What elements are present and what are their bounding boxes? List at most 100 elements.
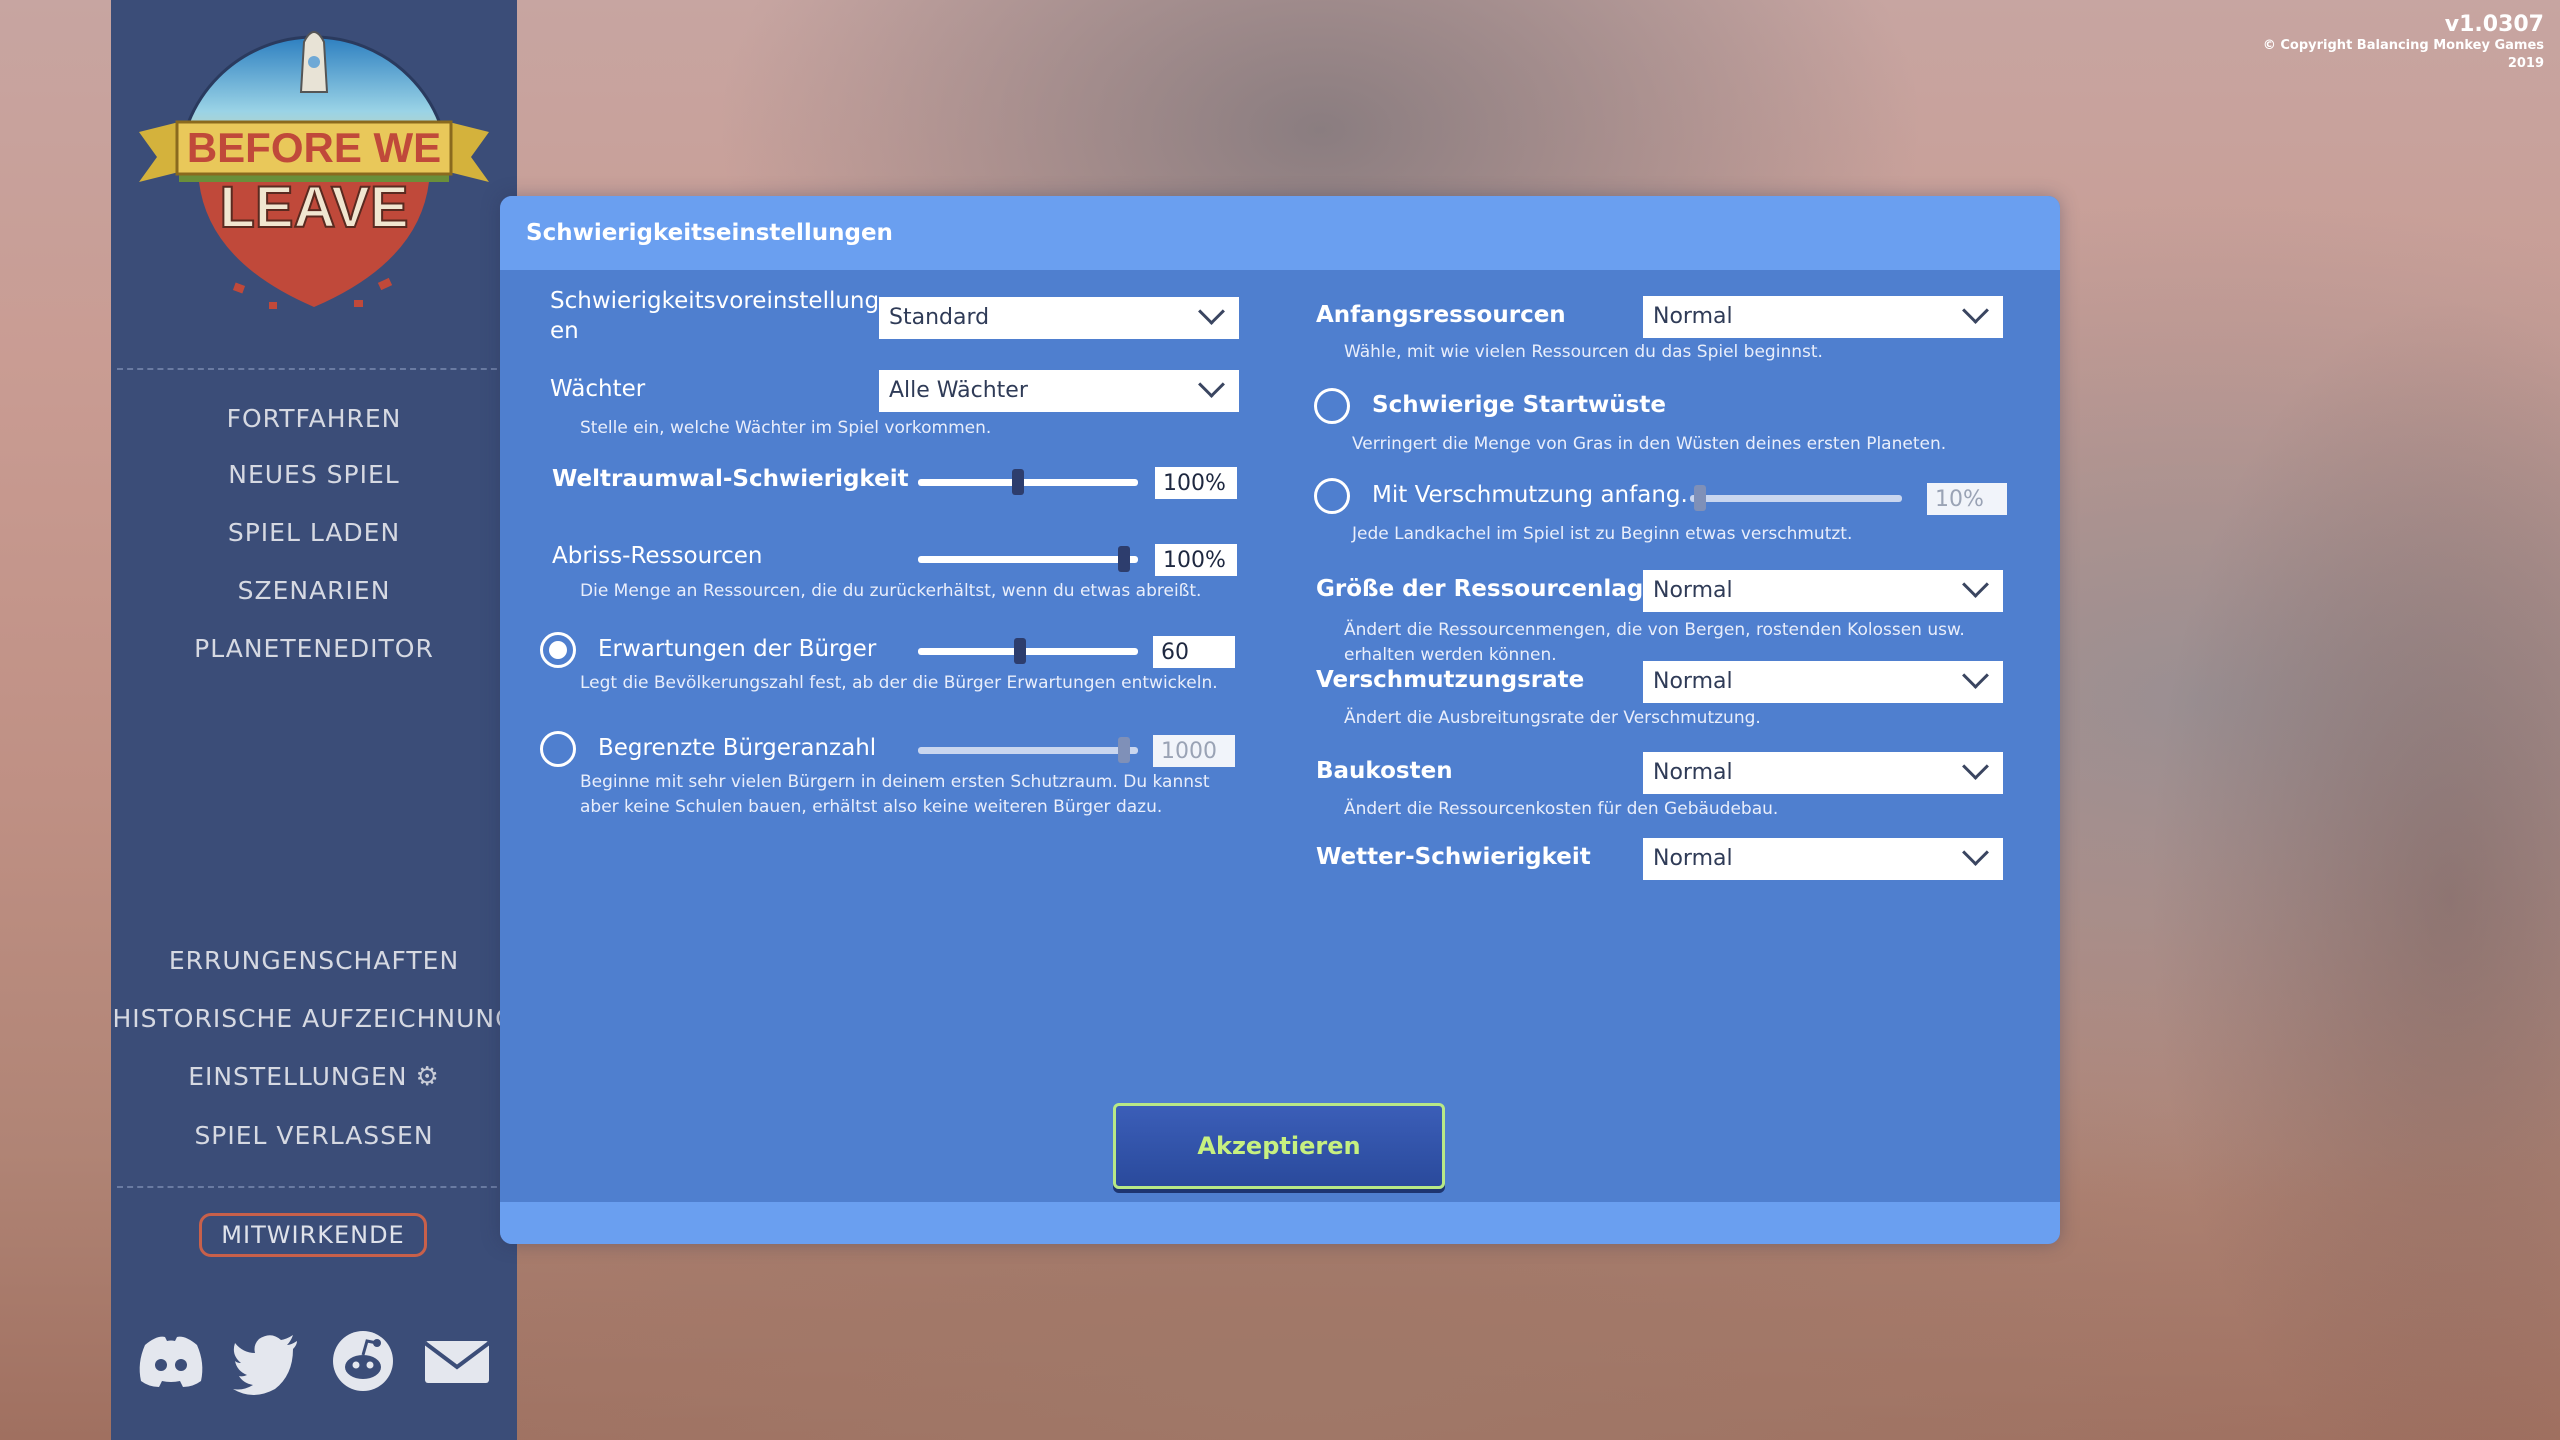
guardians-value: Alle Wächter: [889, 378, 1028, 403]
menu-settings-label: EINSTELLUNGEN: [188, 1062, 408, 1091]
dialog-footer: [500, 1202, 2060, 1244]
expectations-value[interactable]: 60: [1153, 636, 1235, 668]
demolish-desc: Die Menge an Ressourcen, die du zurücker…: [580, 581, 1202, 601]
logo-line2: LEAVE: [219, 175, 408, 240]
menu-quit[interactable]: SPIEL VERLASSEN: [111, 1121, 517, 1150]
slider-track: [918, 479, 1138, 486]
menu-load-game[interactable]: SPIEL LADEN: [111, 518, 517, 547]
logo-line1: BEFORE WE: [187, 124, 441, 171]
demolish-slider[interactable]: [918, 544, 1138, 574]
start-resources-label: Anfangsressourcen: [1316, 302, 1566, 328]
limited-citizens-label: Begrenzte Bürgeranzahl: [598, 735, 877, 761]
limited-citizens-radio[interactable]: [540, 731, 576, 767]
pollution-rate-label: Verschmutzungsrate: [1316, 667, 1585, 693]
divider: [117, 1186, 507, 1188]
version-info: v1.0307 © Copyright Balancing Monkey Gam…: [2263, 12, 2544, 73]
main-menu: FORTFAHREN NEUES SPIEL SPIEL LADEN SZENA…: [111, 404, 517, 663]
deposit-size-dropdown[interactable]: Normal: [1643, 570, 2003, 612]
preset-label-line2: en: [550, 318, 579, 344]
deposit-size-desc-line1: Ändert die Ressourcenmengen, die von Ber…: [1344, 620, 1965, 640]
slider-thumb[interactable]: [1118, 546, 1130, 572]
twitter-icon[interactable]: [231, 1325, 303, 1397]
guardians-dropdown[interactable]: Alle Wächter: [879, 370, 1239, 412]
slider-thumb[interactable]: [1694, 485, 1706, 511]
menu-new-game[interactable]: NEUES SPIEL: [111, 460, 517, 489]
copyright-year: 2019: [2507, 56, 2544, 71]
start-resources-desc: Wähle, mit wie vielen Ressourcen du das …: [1344, 342, 1823, 362]
preset-label: Schwierigkeitsvoreinstellung en: [550, 286, 879, 346]
slider-track: [918, 556, 1138, 563]
pollution-start-label: Mit Verschmutzung anfang.: [1372, 482, 1688, 508]
preset-value: Standard: [889, 305, 990, 330]
deposit-size-label: Größe der Ressourcenlager: [1316, 576, 1671, 602]
dialog-header: Schwierigkeitseinstellungen: [500, 196, 2060, 270]
chevron-down-icon: [1962, 753, 1989, 780]
menu-planet-editor[interactable]: PLANETENEDITOR: [111, 634, 517, 663]
build-cost-label: Baukosten: [1316, 758, 1453, 784]
limited-citizens-value[interactable]: 1000: [1153, 735, 1235, 767]
space-whale-label: Weltraumwal-Schwierigkeit: [552, 466, 909, 492]
menu-history[interactable]: HISTORISCHE AUFZEICHNUNG: [111, 1004, 517, 1033]
weather-value: Normal: [1653, 846, 1733, 871]
chevron-down-icon: [1962, 662, 1989, 689]
limited-citizens-slider[interactable]: [918, 735, 1138, 765]
demolish-value[interactable]: 100%: [1155, 544, 1237, 576]
weather-label: Wetter-Schwierigkeit: [1316, 844, 1591, 870]
build-cost-value: Normal: [1653, 760, 1733, 785]
bottom-menu: ERRUNGENSCHAFTEN HISTORISCHE AUFZEICHNUN…: [111, 946, 517, 1150]
pollution-rate-value: Normal: [1653, 669, 1733, 694]
menu-scenarios[interactable]: SZENARIEN: [111, 576, 517, 605]
version-number: v1.0307: [2444, 12, 2544, 37]
demolish-label: Abriss-Ressourcen: [552, 543, 763, 569]
expectations-desc: Legt die Bevölkerungszahl fest, ab der d…: [580, 673, 1218, 693]
pollution-start-slider[interactable]: [1690, 483, 1902, 513]
limited-citizens-desc-line2: aber keine Schulen bauen, erhältst also …: [580, 797, 1163, 817]
discord-icon[interactable]: [135, 1325, 207, 1397]
hard-desert-label: Schwierige Startwüste: [1372, 392, 1666, 418]
weather-dropdown[interactable]: Normal: [1643, 838, 2003, 880]
guardians-desc: Stelle ein, welche Wächter im Spiel vork…: [580, 418, 992, 438]
difficulty-dialog: Schwierigkeitseinstellungen Schwierigkei…: [500, 196, 2060, 1244]
sidebar: BEFORE WE LEAVE FORTFAHREN NEUES SPIEL S…: [111, 0, 517, 1440]
menu-continue[interactable]: FORTFAHREN: [111, 404, 517, 433]
slider-track: [918, 747, 1138, 754]
dialog-title: Schwierigkeitseinstellungen: [526, 220, 893, 246]
preset-dropdown[interactable]: Standard: [879, 297, 1239, 339]
mail-icon[interactable]: [421, 1325, 493, 1397]
chevron-down-icon: [1962, 839, 1989, 866]
space-whale-value[interactable]: 100%: [1155, 467, 1237, 499]
credits-button[interactable]: MITWIRKENDE: [199, 1213, 427, 1257]
chevron-down-icon: [1962, 571, 1989, 598]
preset-label-line1: Schwierigkeitsvoreinstellung: [550, 288, 880, 314]
slider-track: [1690, 495, 1902, 502]
menu-settings[interactable]: EINSTELLUNGEN ⚙: [111, 1062, 517, 1092]
pollution-start-radio[interactable]: [1314, 478, 1350, 514]
pollution-start-desc: Jede Landkachel im Spiel ist zu Beginn e…: [1352, 524, 1853, 544]
limited-citizens-desc-line1: Beginne mit sehr vielen Bürgern in deine…: [580, 772, 1210, 792]
hard-desert-radio[interactable]: [1314, 388, 1350, 424]
space-whale-slider[interactable]: [918, 467, 1138, 497]
pollution-start-value[interactable]: 10%: [1927, 483, 2007, 515]
pollution-rate-dropdown[interactable]: Normal: [1643, 661, 2003, 703]
chevron-down-icon: [1198, 371, 1225, 398]
copyright-text: © Copyright Balancing Monkey Games: [2262, 38, 2544, 53]
start-resources-value: Normal: [1653, 304, 1733, 329]
pollution-rate-desc: Ändert die Ausbreitungsrate der Verschmu…: [1344, 708, 1761, 728]
expectations-radio[interactable]: [540, 632, 576, 668]
accept-button[interactable]: Akzeptieren: [1113, 1103, 1445, 1189]
deposit-size-value: Normal: [1653, 578, 1733, 603]
menu-achievements[interactable]: ERRUNGENSCHAFTEN: [111, 946, 517, 975]
guardians-label: Wächter: [550, 376, 646, 402]
slider-thumb[interactable]: [1014, 638, 1026, 664]
expectations-label: Erwartungen der Bürger: [598, 636, 877, 662]
slider-thumb[interactable]: [1118, 737, 1130, 763]
expectations-slider[interactable]: [918, 636, 1138, 666]
game-logo: BEFORE WE LEAVE: [139, 31, 489, 309]
chevron-down-icon: [1198, 298, 1225, 325]
start-resources-dropdown[interactable]: Normal: [1643, 296, 2003, 338]
divider: [117, 368, 507, 370]
build-cost-dropdown[interactable]: Normal: [1643, 752, 2003, 794]
reddit-icon[interactable]: [327, 1325, 399, 1397]
slider-thumb[interactable]: [1012, 469, 1024, 495]
chevron-down-icon: [1962, 297, 1989, 324]
